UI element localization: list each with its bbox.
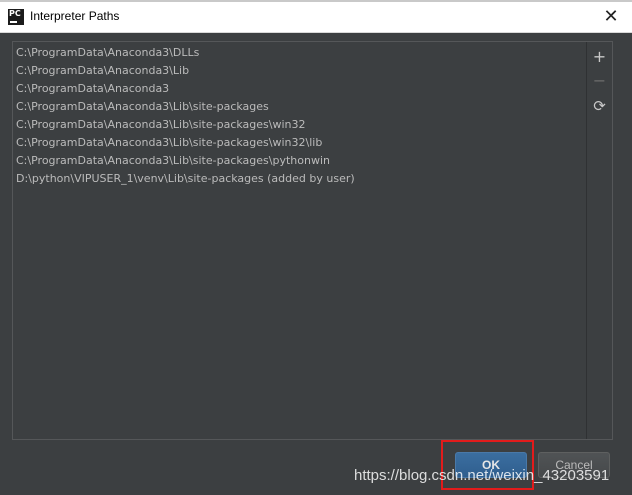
add-path-button[interactable]: + [587, 47, 612, 67]
interpreter-paths-panel: C:\ProgramData\Anaconda3\DLLs C:\ProgramD… [12, 41, 613, 440]
path-item[interactable]: C:\ProgramData\Anaconda3\Lib [16, 62, 189, 80]
close-icon: ✕ [603, 6, 619, 27]
app-icon-underline [10, 21, 17, 23]
path-item[interactable]: C:\ProgramData\Anaconda3\Lib\site-packag… [16, 116, 306, 134]
ok-button[interactable]: OK [455, 452, 527, 478]
title-bar: PC Interpreter Paths ✕ [0, 2, 632, 33]
path-item[interactable]: C:\ProgramData\Anaconda3\DLLs [16, 44, 199, 62]
path-toolbar: + − ⟳ [587, 42, 612, 439]
minus-icon: − [592, 71, 607, 90]
pycharm-app-icon: PC [8, 9, 24, 25]
path-item[interactable]: C:\ProgramData\Anaconda3\Lib\site-packag… [16, 98, 269, 116]
reload-paths-button[interactable]: ⟳ [587, 96, 612, 116]
reload-icon: ⟳ [593, 97, 606, 115]
remove-path-button[interactable]: − [587, 71, 612, 91]
cancel-button[interactable]: Cancel [538, 452, 610, 478]
path-item[interactable]: C:\ProgramData\Anaconda3\Lib\site-packag… [16, 152, 330, 170]
path-list[interactable]: C:\ProgramData\Anaconda3\DLLs C:\ProgramD… [13, 42, 587, 439]
dialog-title: Interpreter Paths [30, 9, 120, 23]
path-item[interactable]: C:\ProgramData\Anaconda3 [16, 80, 169, 98]
path-item[interactable]: C:\ProgramData\Anaconda3\Lib\site-packag… [16, 134, 322, 152]
app-icon-text: PC [9, 9, 21, 18]
close-button[interactable]: ✕ [600, 6, 622, 28]
plus-icon: + [592, 47, 607, 66]
path-item[interactable]: D:\python\VIPUSER_1\venv\Lib\site-packag… [16, 170, 355, 188]
